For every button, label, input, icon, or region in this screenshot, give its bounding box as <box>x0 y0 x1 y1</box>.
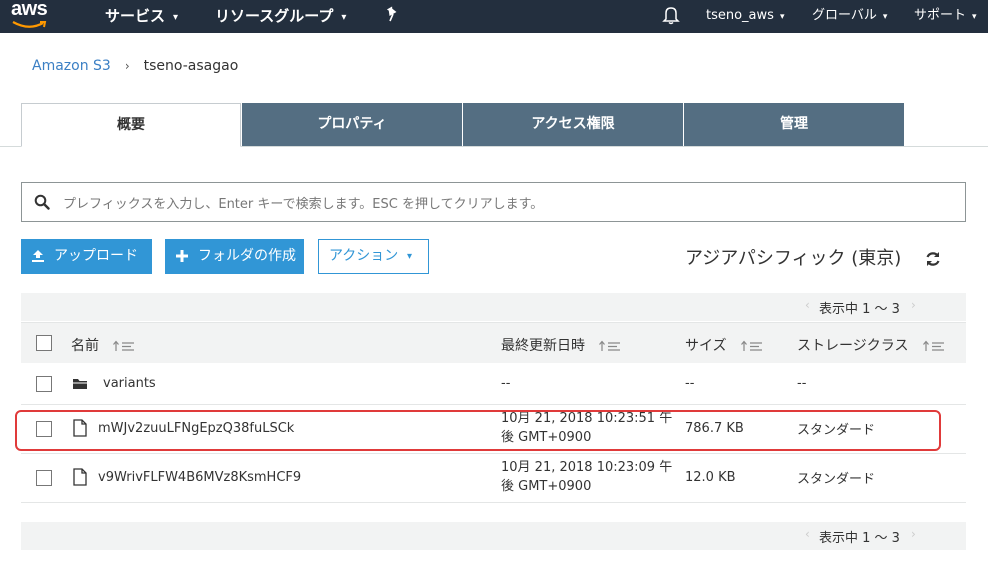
file-icon <box>73 468 87 486</box>
chevron-down-icon: ▾ <box>779 12 785 22</box>
object-modified-line2: 後 GMT+0900 <box>501 479 592 494</box>
object-storage-class: スタンダード <box>797 472 876 487</box>
prev-page-button[interactable]: ‹ <box>805 527 810 541</box>
tab-permissions[interactable]: アクセス権限 <box>463 103 683 146</box>
plus-icon <box>176 250 188 262</box>
support-label: サポート <box>914 8 967 23</box>
breadcrumb-separator: › <box>124 59 130 73</box>
sort-icon[interactable] <box>741 340 763 352</box>
sort-icon[interactable] <box>922 340 945 352</box>
search-input[interactable]: プレフィックスを入力し、Enter キーで検索します。ESC を押してクリアしま… <box>21 182 966 222</box>
prev-page-button[interactable]: ‹ <box>805 298 810 312</box>
pagination-label: 表示中 1 ～ 3 <box>819 531 900 546</box>
upload-icon <box>32 250 44 262</box>
actions-dropdown[interactable]: アクション ▾ <box>318 239 429 274</box>
services-menu[interactable]: サービス ▾ <box>105 4 178 28</box>
column-header-size[interactable]: サイズ <box>685 335 763 355</box>
chevron-down-icon: ▾ <box>882 12 888 22</box>
search-icon <box>34 194 50 210</box>
object-modified-line1: 10月 21, 2018 10:23:09 午 <box>501 460 673 475</box>
object-storage-class: -- <box>797 376 807 391</box>
user-name: tseno_aws <box>706 8 774 23</box>
breadcrumb-root-link[interactable]: Amazon S3 <box>32 58 111 74</box>
tab-management[interactable]: 管理 <box>684 103 904 146</box>
pagination-bottom: ‹ 表示中 1 ～ 3 › <box>21 522 966 550</box>
table-row[interactable]: v9WrivFLFW4B6MVz8KsmHCF9 10月 21, 2018 10… <box>21 454 966 503</box>
create-folder-button[interactable]: フォルダの作成 <box>165 239 304 274</box>
bucket-region: アジアパシフィック (東京) <box>685 248 902 269</box>
upload-button[interactable]: アップロード <box>21 239 152 274</box>
resource-groups-menu[interactable]: リソースグループ ▾ <box>215 4 346 28</box>
create-folder-label: フォルダの作成 <box>198 248 296 264</box>
column-modified-label: 最終更新日時 <box>501 338 585 354</box>
folder-icon <box>73 379 87 389</box>
services-label: サービス <box>105 7 166 25</box>
top-nav-bar: aws サービス ▾ リソースグループ ▾ tseno_aws ▾ グローバル ▾ サポ… <box>0 0 988 33</box>
logo-text: aws <box>11 0 48 20</box>
select-all-checkbox[interactable] <box>36 335 52 351</box>
aws-smile-icon <box>12 21 47 28</box>
bell-icon[interactable] <box>662 5 680 25</box>
sort-icon[interactable] <box>599 340 621 352</box>
tab-overview[interactable]: 概要 <box>21 103 241 147</box>
resource-groups-label: リソースグループ <box>215 7 334 25</box>
next-page-button[interactable]: › <box>911 298 916 312</box>
aws-logo[interactable]: aws <box>8 0 52 30</box>
actions-label: アクション <box>329 248 399 264</box>
pagination-label: 表示中 1 ～ 3 <box>819 302 900 317</box>
breadcrumb: Amazon S3 › tseno-asagao <box>32 58 238 74</box>
user-menu[interactable]: tseno_aws ▾ <box>706 5 784 27</box>
search-placeholder: プレフィックスを入力し、Enter キーで検索します。ESC を押してクリアしま… <box>63 197 544 212</box>
tab-properties[interactable]: プロパティ <box>242 103 462 146</box>
column-name-label: 名前 <box>71 338 99 354</box>
region-name: グローバル <box>812 8 877 23</box>
region-menu[interactable]: グローバル ▾ <box>812 5 887 27</box>
table-row[interactable]: variants -- -- -- <box>21 363 966 405</box>
column-header-storage-class[interactable]: ストレージクラス <box>797 335 945 355</box>
object-size: 12.0 KB <box>685 470 736 485</box>
chevron-down-icon: ▾ <box>407 251 413 262</box>
breadcrumb-current: tseno-asagao <box>143 58 239 74</box>
refresh-icon[interactable] <box>924 250 942 268</box>
object-modified: 10月 21, 2018 10:23:09 午 後 GMT+0900 <box>501 458 672 496</box>
object-size: -- <box>685 376 695 391</box>
highlight-annotation <box>15 410 941 451</box>
support-menu[interactable]: サポート ▾ <box>914 5 977 27</box>
chevron-down-icon: ▾ <box>972 12 977 22</box>
column-storage-class-label: ストレージクラス <box>797 338 909 354</box>
row-checkbox[interactable] <box>36 470 52 486</box>
pin-icon[interactable] <box>385 6 401 24</box>
row-checkbox[interactable] <box>36 376 52 392</box>
sort-icon[interactable] <box>113 340 135 352</box>
upload-label: アップロード <box>54 248 138 264</box>
chevron-down-icon: ▾ <box>341 12 347 23</box>
object-name-link[interactable]: v9WrivFLFW4B6MVz8KsmHCF9 <box>98 470 301 485</box>
next-page-button[interactable]: › <box>911 527 916 541</box>
object-name-link[interactable]: variants <box>103 376 156 391</box>
column-header-modified[interactable]: 最終更新日時 <box>501 335 621 355</box>
object-modified: -- <box>501 376 511 391</box>
column-size-label: サイズ <box>685 338 727 354</box>
pagination-top: ‹ 表示中 1 ～ 3 › <box>21 293 966 321</box>
column-header-name[interactable]: 名前 <box>71 335 135 355</box>
table-header: 名前 最終更新日時 サイズ ストレージクラス <box>21 322 966 363</box>
chevron-down-icon: ▾ <box>173 12 179 23</box>
